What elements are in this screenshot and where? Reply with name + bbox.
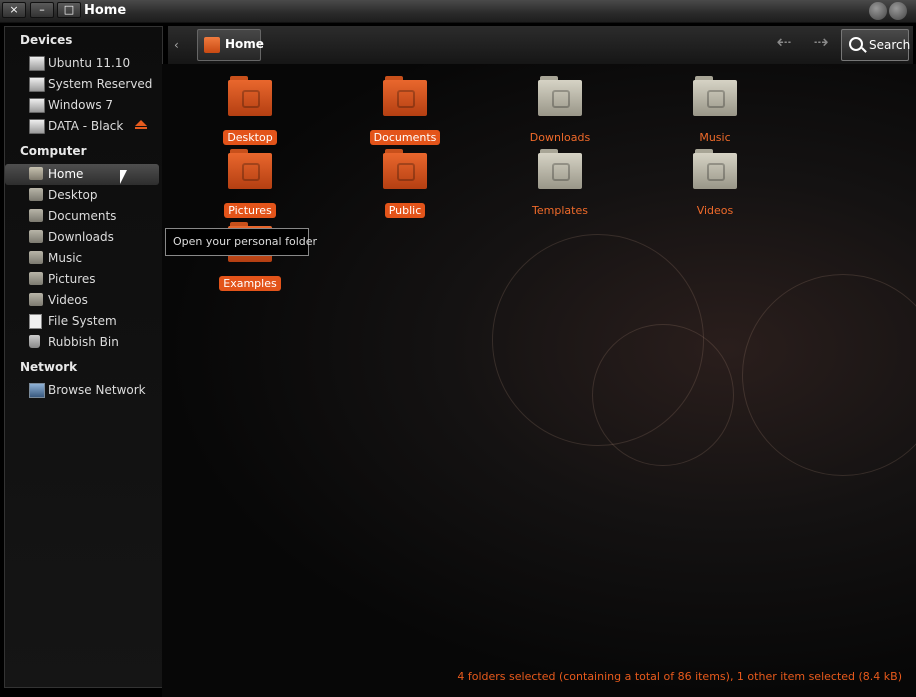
sidebar-item-ubuntu[interactable]: Ubuntu 11.10 [5,53,159,74]
sidebar-item-label: System Reserved [48,77,153,91]
tooltip-text: Open your personal folder [173,235,318,248]
sidebar-item-label: Desktop [48,188,98,202]
pictures-folder-icon [29,272,43,285]
sidebar-item-label: File System [48,314,117,328]
drive-icon [29,56,45,71]
file-system-icon [29,314,42,329]
drive-icon [29,98,45,113]
folder-templates[interactable]: Templates [505,149,615,219]
places-sidebar: Devices Ubuntu 11.10 System Reserved Win… [4,26,163,688]
trash-icon [29,335,40,348]
templates-folder-icon [538,149,582,193]
sidebar-item-label: Music [48,251,83,265]
sidebar-item-rubbish-bin[interactable]: Rubbish Bin [5,332,159,353]
forward-button[interactable]: ⇢ [808,34,834,54]
sidebar-heading-devices: Devices [20,33,73,47]
folder-pictures[interactable]: Pictures [195,149,305,219]
minimize-button[interactable]: – [30,2,54,18]
public-folder-icon [383,149,427,193]
folder-label: Videos [696,204,734,217]
sidebar-item-label: Home [48,167,84,181]
folder-label: Examples [219,276,281,291]
status-bar-text: 4 folders selected (containing a total o… [457,670,902,683]
sidebar-item-label: Downloads [48,230,114,244]
downloads-folder-icon [29,230,43,243]
folder-label: Music [699,131,731,144]
file-view[interactable]: Desktop Documents Downloads Music Pictur… [162,64,916,697]
folder-public[interactable]: Public [350,149,460,219]
folder-documents[interactable]: Documents [350,76,460,146]
wallpaper-orb [742,274,916,476]
close-button[interactable]: × [2,2,26,18]
folder-label: Templates [532,204,588,217]
sidebar-item-videos[interactable]: Videos [5,290,159,311]
wallpaper-orb [592,324,734,466]
drive-icon [29,119,45,134]
search-button[interactable]: Search [841,29,911,61]
folder-label: Desktop [223,130,277,145]
downloads-folder-icon [538,76,582,120]
pictures-folder-icon [228,149,272,193]
eject-icon[interactable] [135,120,147,129]
videos-folder-icon [29,293,43,306]
session-indicator[interactable] [867,2,911,22]
sidebar-item-label: Windows 7 [48,98,114,112]
sidebar-item-label: Documents [48,209,117,223]
sidebar-item-desktop[interactable]: Desktop [5,185,159,206]
music-folder-icon [29,251,43,264]
breadcrumb-scroll-left[interactable]: ‹ [174,38,179,52]
documents-folder-icon [29,209,43,222]
breadcrumb-label: Home [225,37,264,51]
folder-label: Documents [369,130,441,145]
sidebar-heading-network: Network [20,360,78,374]
desktop-folder-icon [228,76,272,120]
folder-videos[interactable]: Videos [660,149,770,219]
folder-downloads[interactable]: Downloads [505,76,615,146]
drive-icon [29,77,45,92]
folder-music[interactable]: Music [660,76,770,146]
sidebar-item-label: Pictures [48,272,96,286]
sidebar-item-label: Videos [48,293,88,307]
sidebar-item-label: DATA - Black [48,119,124,133]
sidebar-item-data-black[interactable]: DATA - Black [5,116,159,137]
sidebar-item-home[interactable]: Home [5,164,159,185]
sidebar-item-label: Rubbish Bin [48,335,119,349]
sidebar-item-browse-network[interactable]: Browse Network [5,380,159,401]
power-icon [869,2,887,20]
sidebar-heading-computer: Computer [20,144,87,158]
folder-label: Public [384,203,426,218]
sidebar-item-label: Browse Network [48,383,146,397]
window-title: Home [84,3,127,18]
mouse-pointer-icon [120,170,127,184]
tooltip: Open your personal folder [165,228,317,256]
ubuntu-logo-icon [889,2,907,20]
sidebar-item-downloads[interactable]: Downloads [5,227,159,248]
sidebar-item-label: Ubuntu 11.10 [48,56,131,70]
sidebar-item-system-reserved[interactable]: System Reserved [5,74,159,95]
breadcrumb-home[interactable]: Home [197,29,264,61]
network-icon [29,383,45,398]
home-folder-icon [204,37,220,53]
search-label: Search [869,38,911,52]
folder-label: Pictures [224,203,276,218]
search-icon [849,37,863,51]
sidebar-item-windows[interactable]: Windows 7 [5,95,159,116]
back-button[interactable]: ⇠ [771,34,797,54]
toolbar: ‹ Home ⇠ ⇢ Search [168,26,913,65]
sidebar-item-pictures[interactable]: Pictures [5,269,159,290]
sidebar-item-file-system[interactable]: File System [5,311,159,332]
maximize-button[interactable]: □ [57,2,81,18]
sidebar-item-documents[interactable]: Documents [5,206,159,227]
folder-desktop[interactable]: Desktop [195,76,305,146]
desktop-folder-icon [29,188,43,201]
sidebar-item-music[interactable]: Music [5,248,159,269]
folder-label: Downloads [529,131,591,144]
window-titlebar: × – □ Home [0,0,916,23]
home-folder-icon [29,167,43,180]
music-folder-icon [693,76,737,120]
documents-folder-icon [383,76,427,120]
videos-folder-icon [693,149,737,193]
